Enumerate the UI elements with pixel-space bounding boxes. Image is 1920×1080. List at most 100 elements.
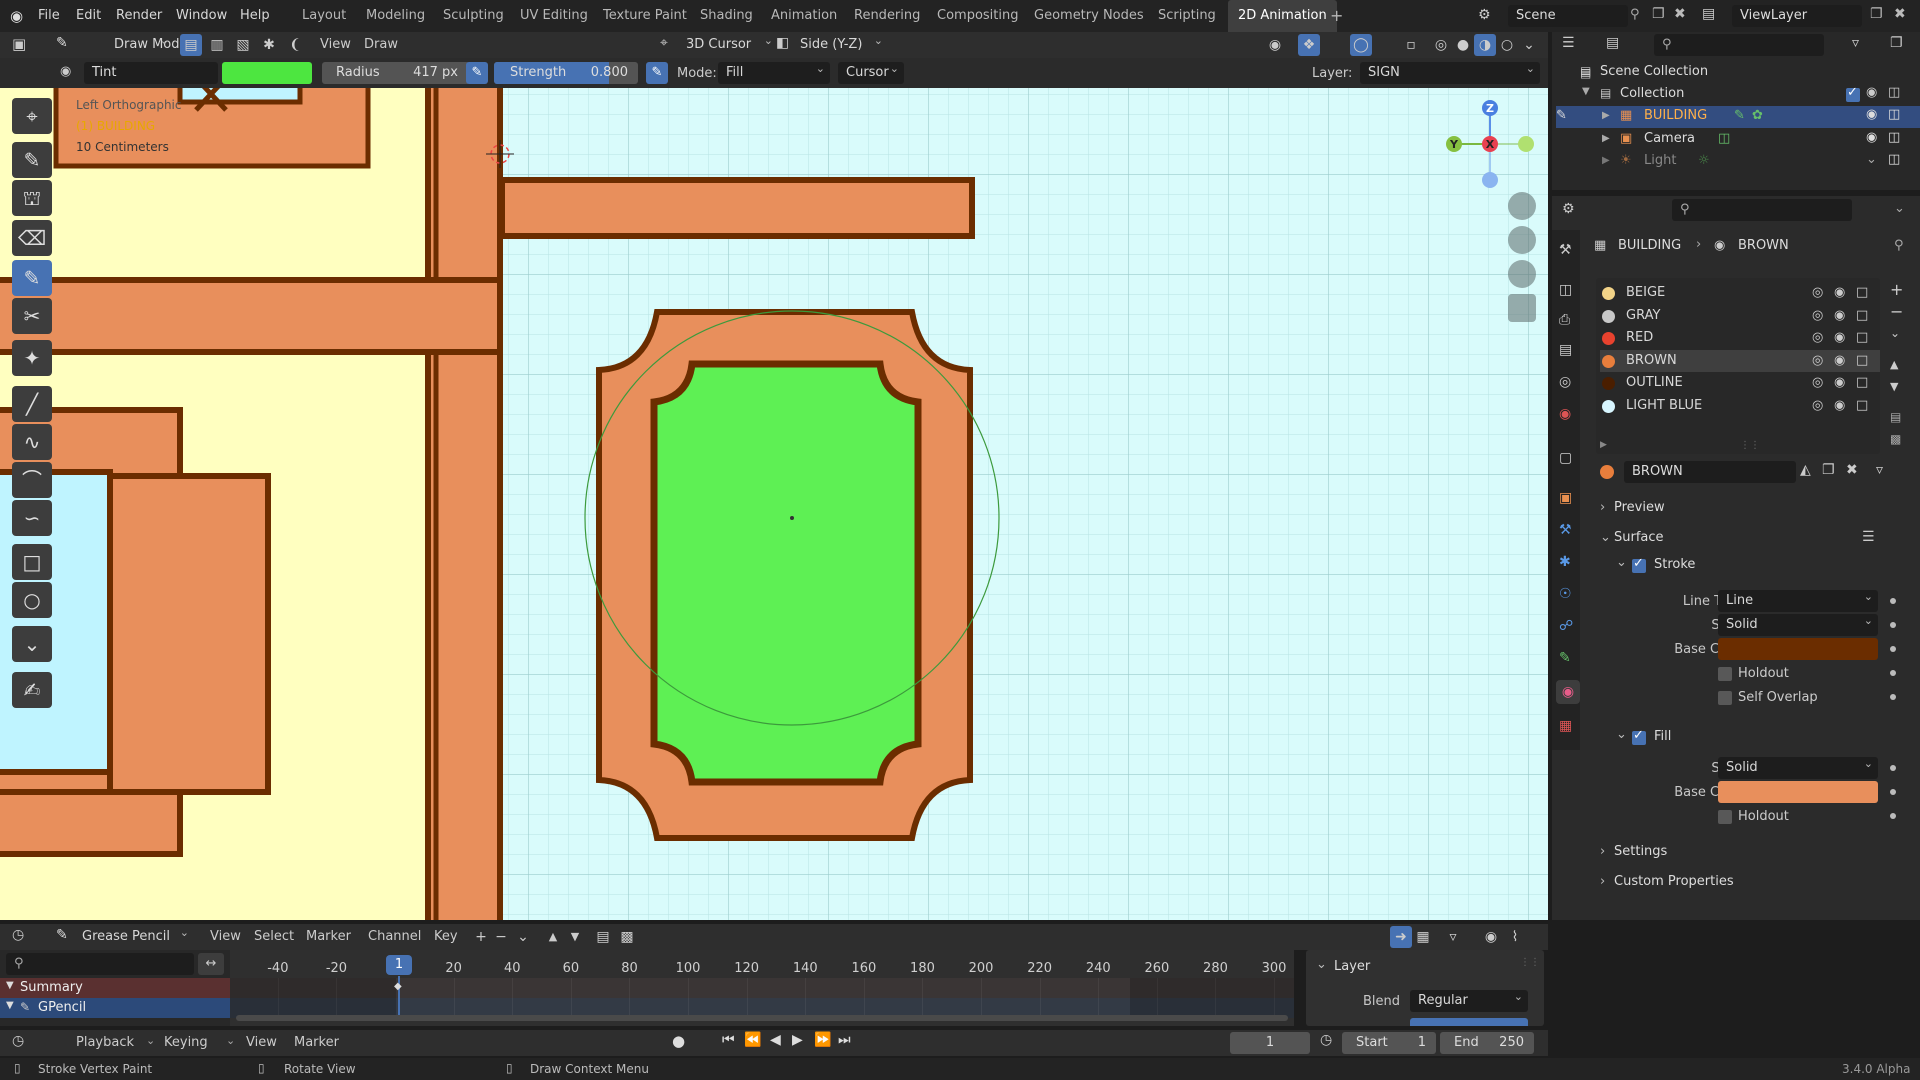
unlock-icon[interactable]: □	[1856, 350, 1868, 372]
tab-effects-icon[interactable]: ✱	[1559, 554, 1571, 570]
cursor-dropdown[interactable]: Cursor	[838, 58, 904, 84]
timeline-menu-playback[interactable]: Playback	[76, 1035, 134, 1050]
channel-search-input[interactable]: ⚲	[6, 953, 194, 975]
play-icon[interactable]: ▶	[792, 1032, 803, 1048]
radius-field[interactable]: Radius 417 px	[322, 62, 470, 84]
layer-panel-grip-icon[interactable]: ⋮⋮	[1520, 957, 1540, 968]
projection-dropdown[interactable]: Side (Y-Z)	[792, 30, 888, 56]
tab-object-icon[interactable]: ▣	[1559, 490, 1572, 506]
settings-panel-header[interactable]: › Settings	[1600, 841, 1900, 863]
self-overlap-keyframe-dot[interactable]	[1890, 694, 1896, 700]
add-material-slot-icon[interactable]: +	[1890, 280, 1903, 299]
tab-output-icon[interactable]: ⎙	[1559, 312, 1570, 328]
current-frame-field[interactable]: 1	[1230, 1032, 1310, 1054]
eye-icon[interactable]: ◉	[1834, 305, 1845, 327]
fill-holdout-checkbox[interactable]	[1718, 810, 1732, 824]
remove-material-slot-icon[interactable]: −	[1890, 302, 1903, 321]
dopesheet-filter-icon[interactable]: ▿	[1442, 926, 1464, 948]
tab-texture-paint[interactable]: Texture Paint	[603, 0, 687, 32]
dopesheet-menu-view[interactable]: View	[210, 929, 241, 944]
building-camera-icon[interactable]: ◫	[1888, 107, 1900, 122]
rendered-shading-icon[interactable]: ○	[1496, 34, 1518, 56]
slot-lock-icon[interactable]: ▩	[1890, 432, 1901, 446]
tool-box[interactable]: □	[12, 544, 52, 580]
jump-end-icon[interactable]: ⏭	[838, 1032, 851, 1048]
fake-user-icon[interactable]: ◭	[1800, 462, 1811, 478]
outliner-editor-icon[interactable]: ☰	[1562, 35, 1575, 51]
tool-cutter[interactable]: ✂	[12, 298, 52, 334]
unlock-icon[interactable]: □	[1856, 372, 1868, 394]
gpencil-channel-row[interactable]	[0, 998, 230, 1018]
eye-icon[interactable]: ◉	[1834, 350, 1845, 372]
fill-style-keyframe-dot[interactable]	[1890, 765, 1896, 771]
tool-polyline[interactable]: ∿	[12, 424, 52, 460]
tool-interpolate[interactable]: ⌄	[12, 626, 52, 662]
timeline-menu-marker[interactable]: Marker	[294, 1035, 339, 1050]
menu-help[interactable]: Help	[240, 0, 270, 32]
sculpt-mask-icon[interactable]: ✱	[258, 34, 280, 56]
unlock-icon[interactable]: □	[1856, 305, 1868, 327]
tool-cursor[interactable]: ⌖	[12, 98, 52, 134]
select-point-icon[interactable]: ▥	[206, 34, 228, 56]
unlink-material-icon[interactable]: ✖	[1846, 462, 1858, 478]
tool-annotate[interactable]: ✍	[12, 672, 52, 708]
current-frame-badge[interactable]: 1	[386, 955, 412, 975]
tool-curve[interactable]: ∽	[12, 500, 52, 536]
onion-toggle-icon[interactable]: ◎	[1812, 282, 1823, 304]
curve-edit-icon[interactable]: ❨	[284, 34, 306, 56]
layer-options-icon[interactable]: ⌄	[512, 926, 534, 948]
tab-2d-animation[interactable]: 2D Animation	[1228, 0, 1337, 32]
preview-range-icon[interactable]: ◷	[1320, 1032, 1332, 1048]
timeline-menu-keying[interactable]: Keying	[164, 1035, 208, 1050]
properties-options-icon[interactable]: ⌄	[1894, 201, 1905, 216]
onion-skin-icon[interactable]: ▤	[592, 926, 614, 948]
material-slot-gray[interactable]: GRAY ◎ ◉ □	[1600, 305, 1880, 327]
surface-panel-header[interactable]: ⌄ Surface	[1600, 527, 1900, 549]
eye-icon[interactable]: ◉	[1834, 372, 1845, 394]
shading-options-icon[interactable]: ⌄	[1518, 34, 1540, 56]
show-hidden-icon[interactable]: ▦	[1412, 926, 1434, 948]
brush-icon[interactable]: ◉	[60, 64, 71, 79]
collection-expand-icon[interactable]: ▼	[1582, 86, 1590, 97]
channel-swap-icon[interactable]: ↔	[198, 953, 224, 975]
tool-eyedropper[interactable]: ✦	[12, 340, 52, 376]
list-expand-icon[interactable]: ▶	[1600, 440, 1607, 450]
collection-eye-icon[interactable]: ◉	[1866, 85, 1877, 100]
new-collection-icon[interactable]: ❐	[1890, 35, 1903, 51]
ortho-toggle-icon[interactable]	[1508, 294, 1536, 322]
viewport-canvas[interactable]	[0, 88, 1548, 920]
summary-keyframe-icon[interactable]: ◆	[394, 981, 402, 992]
fill-style-dropdown[interactable]: Solid	[1718, 753, 1878, 779]
tab-scene-icon[interactable]: ◎	[1559, 374, 1571, 390]
summary-expand-icon[interactable]: ▼	[6, 980, 14, 991]
light-render-icon[interactable]: ◫	[1888, 152, 1900, 167]
select-stroke-icon[interactable]: ▤	[180, 34, 202, 56]
layer-down-icon[interactable]: ▼	[564, 926, 586, 948]
tool-circle[interactable]: ○	[12, 582, 52, 618]
radius-pressure-icon[interactable]: ✎	[466, 62, 488, 84]
slot-view-icon[interactable]: ▤	[1890, 410, 1901, 424]
tab-tool-icon[interactable]: ⚒	[1559, 242, 1572, 258]
cursor-3d-dropdown[interactable]: 3D Cursor	[678, 30, 778, 56]
properties-editor-icon[interactable]: ⚙	[1562, 201, 1575, 217]
tab-layout[interactable]: Layout	[302, 0, 346, 32]
blender-logo-icon[interactable]: ◉	[10, 7, 28, 25]
tool-erase[interactable]: ⌫	[12, 220, 52, 256]
fill-expand-icon[interactable]: ⌄	[1616, 727, 1627, 742]
layer-up-icon[interactable]: ▲	[542, 926, 564, 948]
outliner-item-light[interactable]: Light	[1644, 153, 1676, 168]
menu-window[interactable]: Window	[176, 0, 227, 32]
collection-camera-icon[interactable]: ◫	[1888, 85, 1900, 100]
material-slot-red[interactable]: RED ◎ ◉ □	[1600, 327, 1880, 349]
material-name-field[interactable]: BROWN	[1624, 461, 1796, 483]
stroke-expand-icon[interactable]: ⌄	[1616, 555, 1627, 570]
add-workspace-button[interactable]: +	[1330, 0, 1343, 32]
tab-rendering[interactable]: Rendering	[854, 0, 920, 32]
outliner-item-building[interactable]: BUILDING	[1644, 108, 1707, 123]
menu-file[interactable]: File	[38, 0, 60, 32]
onion-toggle-icon[interactable]: ◎	[1812, 372, 1823, 394]
material-slot-brown[interactable]: BROWN ◎ ◉ □	[1600, 349, 1880, 372]
duplicate-material-icon[interactable]: ❐	[1822, 462, 1835, 478]
onion-toggle-icon[interactable]: ◎	[1812, 305, 1823, 327]
stroke-holdout-checkbox[interactable]	[1718, 667, 1732, 681]
